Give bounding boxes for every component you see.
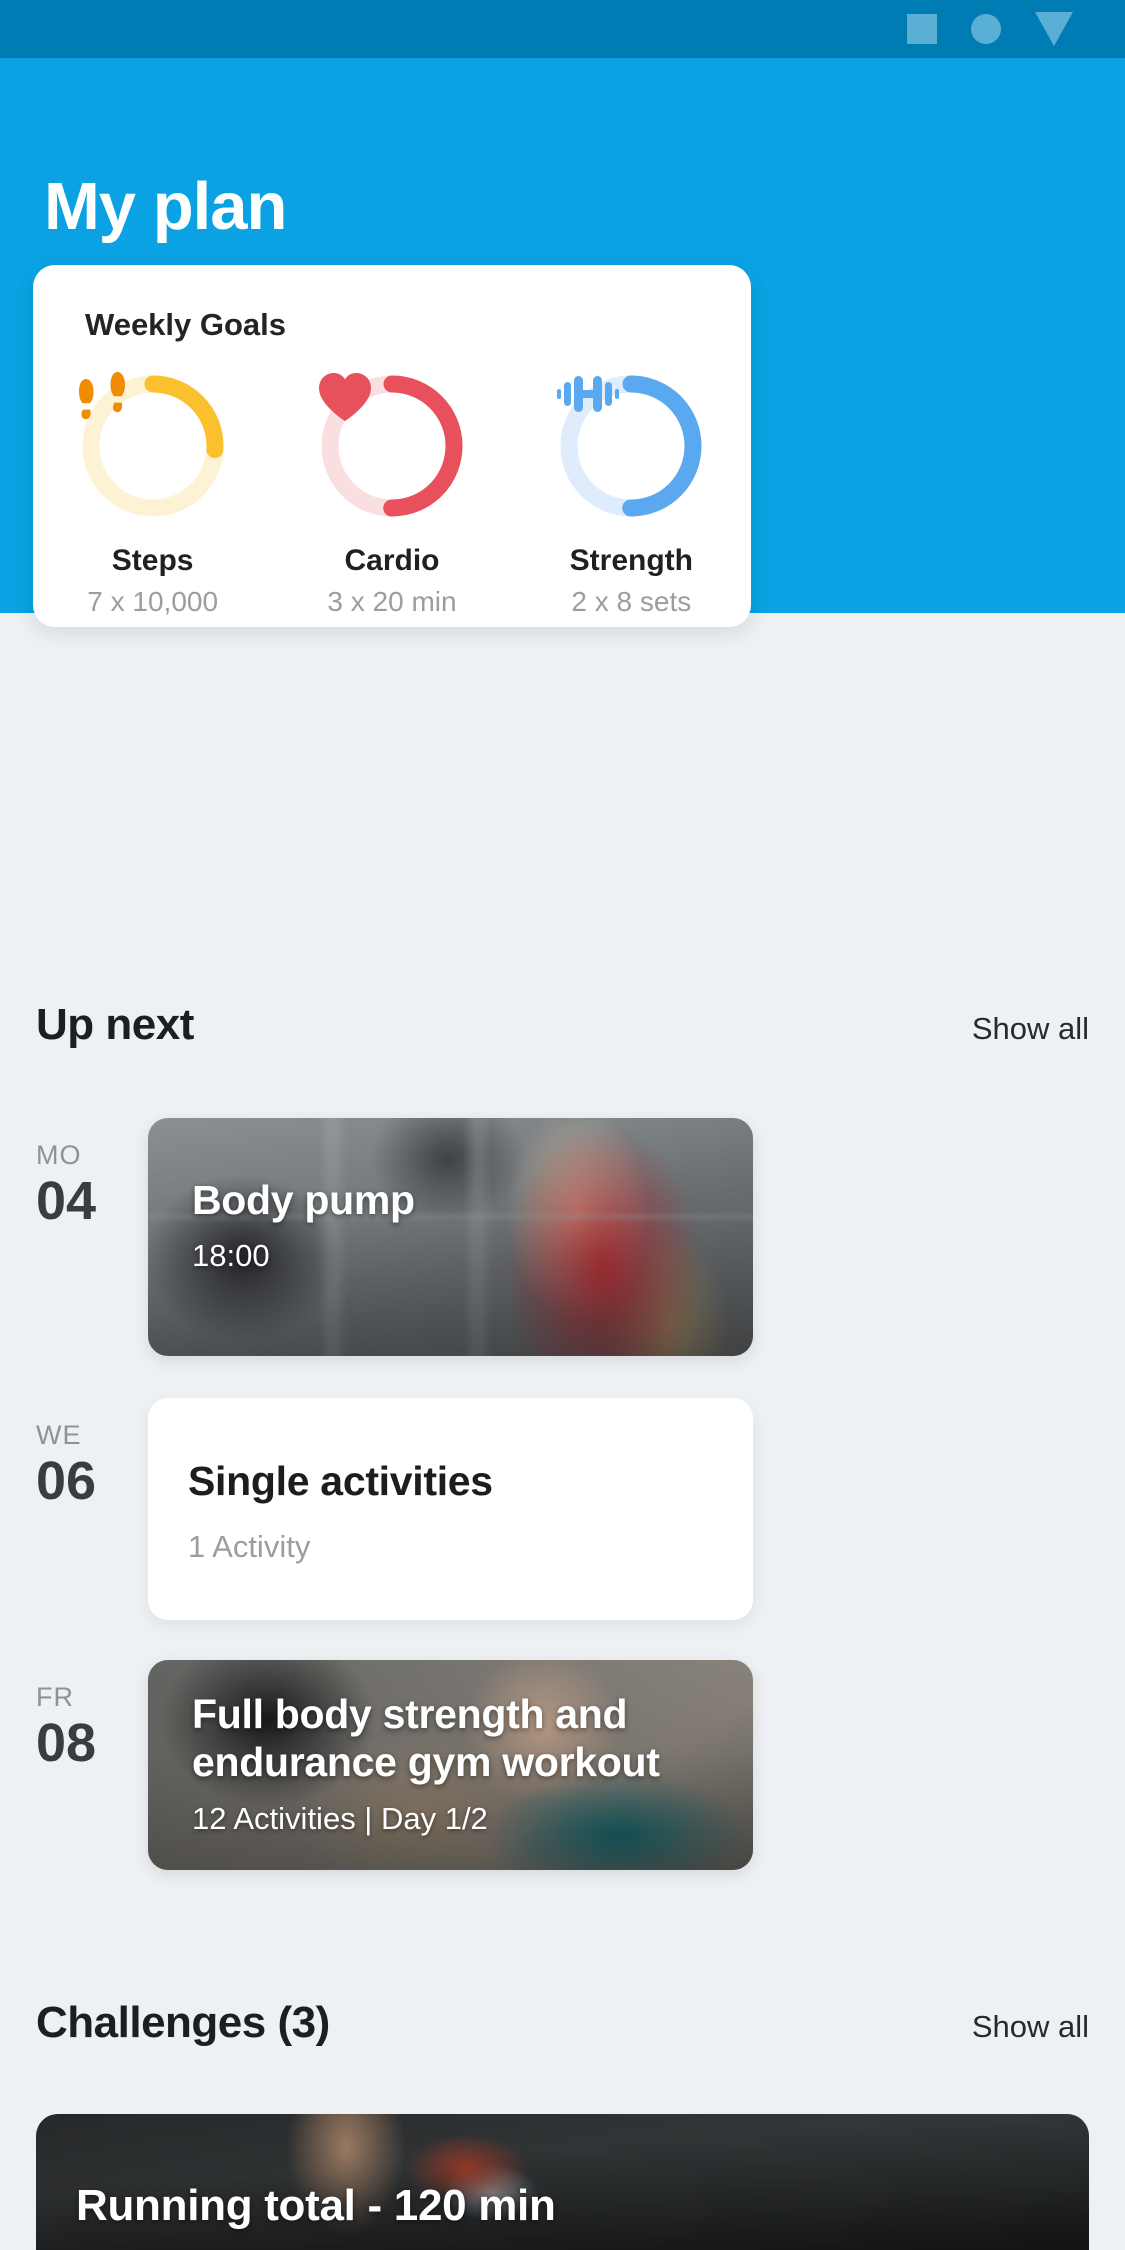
progress-ring-strength bbox=[555, 370, 707, 522]
page-title: My plan bbox=[44, 169, 287, 244]
app-screen: My plan Weekly Goals Steps 7 x 10,000 Ca… bbox=[0, 0, 1125, 2250]
date-column: WE 06 bbox=[0, 1398, 148, 1620]
goal-value: 3 x 20 min bbox=[327, 586, 457, 617]
section-title: Up next bbox=[36, 1000, 194, 1049]
workout-card-single-activities[interactable]: Single activities 1 Activity bbox=[148, 1398, 753, 1620]
goal-item-strength[interactable]: Strength 2 x 8 sets bbox=[531, 370, 731, 618]
weekly-goals-title: Weekly Goals bbox=[85, 307, 287, 342]
progress-ring-steps bbox=[77, 370, 229, 522]
workout-card-body-pump[interactable]: Body pump 18:00 bbox=[148, 1118, 753, 1356]
heart-icon bbox=[316, 370, 468, 522]
card-subtitle: 12 Activities | Day 1/2 bbox=[192, 1800, 488, 1836]
up-next-row-3[interactable]: FR 08 Full body strength and endurance g… bbox=[0, 1660, 1125, 1870]
day-number: 06 bbox=[36, 1451, 97, 1511]
up-next-section-header: Up next Show all bbox=[36, 1000, 1089, 1050]
up-next-row-2[interactable]: WE 06 Single activities 1 Activity bbox=[0, 1398, 1125, 1620]
goal-value: 7 x 10,000 bbox=[87, 586, 219, 617]
dumbbell-icon bbox=[555, 370, 707, 522]
challenges-section-header: Challenges (3) Show all bbox=[36, 1998, 1089, 2048]
card-title: Single activities bbox=[188, 1458, 493, 1504]
section-title: Challenges (3) bbox=[36, 1998, 330, 2047]
goal-label: Strength bbox=[569, 544, 693, 577]
header-notch bbox=[1065, 343, 1125, 403]
card-subtitle: 1 Activity bbox=[188, 1529, 311, 1564]
card-title: Full body strength and endurance gym wor… bbox=[192, 1691, 660, 1786]
weekly-goals-rings: Steps 7 x 10,000 Cardio 3 x 20 min Stren… bbox=[33, 370, 751, 618]
goal-label: Steps bbox=[111, 544, 194, 577]
card-text: Body pump 18:00 bbox=[192, 1176, 723, 1274]
card-subtitle: 18:00 bbox=[192, 1238, 270, 1274]
card-text: Single activities 1 Activity bbox=[188, 1458, 723, 1565]
goal-value: 2 x 8 sets bbox=[571, 586, 692, 617]
card-text: Running total - 120 min bbox=[76, 2180, 556, 2232]
card-title: Body pump bbox=[192, 1177, 415, 1223]
status-bar bbox=[0, 0, 1125, 58]
challenge-card-running-total[interactable]: Running total - 120 min bbox=[36, 2114, 1089, 2250]
goal-item-steps[interactable]: Steps 7 x 10,000 bbox=[53, 370, 253, 618]
date-column: MO 04 bbox=[0, 1118, 148, 1356]
goal-item-cardio[interactable]: Cardio 3 x 20 min bbox=[292, 370, 492, 618]
day-number: 08 bbox=[36, 1713, 97, 1773]
circle-icon bbox=[971, 14, 1001, 44]
challenges-show-all-link[interactable]: Show all bbox=[972, 2009, 1089, 2045]
footprints-icon bbox=[77, 370, 229, 522]
triangle-down-icon bbox=[1035, 12, 1073, 46]
up-next-show-all-link[interactable]: Show all bbox=[972, 1011, 1089, 1047]
day-of-week: MO bbox=[36, 1140, 82, 1170]
workout-card-full-body-strength[interactable]: Full body strength and endurance gym wor… bbox=[148, 1660, 753, 1870]
weekly-goals-card[interactable]: Weekly Goals Steps 7 x 10,000 Cardio 3 x… bbox=[33, 265, 751, 627]
progress-ring-cardio bbox=[316, 370, 468, 522]
day-of-week: WE bbox=[36, 1420, 82, 1450]
day-of-week: FR bbox=[36, 1682, 74, 1712]
up-next-row-1[interactable]: MO 04 Body pump 18:00 bbox=[0, 1118, 1125, 1356]
square-icon bbox=[907, 14, 937, 44]
card-text: Full body strength and endurance gym wor… bbox=[192, 1690, 723, 1837]
date-column: FR 08 bbox=[0, 1660, 148, 1870]
card-title: Running total - 120 min bbox=[76, 2181, 556, 2231]
goal-label: Cardio bbox=[344, 544, 440, 577]
day-number: 04 bbox=[36, 1171, 97, 1231]
